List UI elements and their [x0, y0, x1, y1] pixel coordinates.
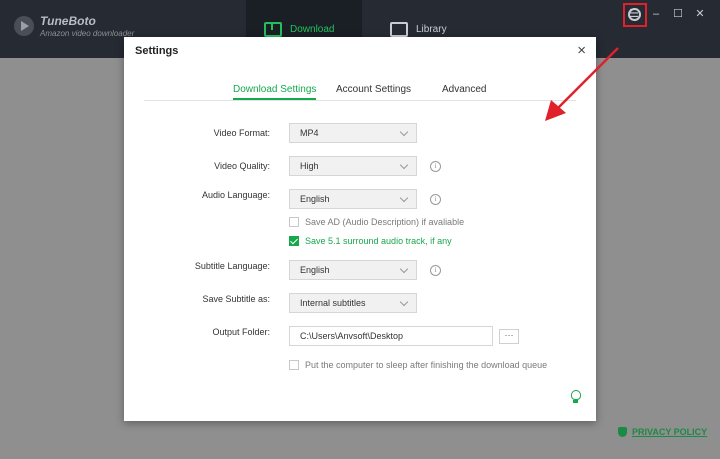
video-quality-label: Video Quality: [214, 161, 270, 171]
video-format-select[interactable]: MP4 [289, 123, 417, 143]
tab-advanced[interactable]: Advanced [442, 84, 486, 95]
tuneboto-logo-icon [14, 16, 34, 36]
save-ad-label: Save AD (Audio Description) if avaliable [305, 217, 465, 227]
app-subtitle: Amazon video downloader [40, 29, 135, 38]
close-icon[interactable]: × [577, 42, 586, 59]
close-window-icon[interactable]: ✕ [694, 8, 706, 20]
save-surround-label: Save 5.1 surround audio track, if any [305, 236, 452, 246]
menu-icon[interactable]: ☰ [628, 8, 640, 20]
privacy-policy-link[interactable]: PRIVACY POLICY [618, 427, 707, 437]
save-subtitle-select[interactable]: Internal subtitles [289, 293, 417, 313]
save-subtitle-label: Save Subtitle as: [202, 294, 270, 304]
output-folder-field[interactable]: C:\Users\Anvsoft\Desktop [289, 326, 493, 346]
nav-tab-library-label: Library [416, 23, 447, 35]
lightbulb-icon[interactable] [571, 390, 581, 403]
audio-language-label: Audio Language: [201, 190, 270, 200]
audio-language-select[interactable]: English [289, 189, 417, 209]
subtitle-language-info-icon[interactable]: i [430, 265, 441, 276]
audio-language-info-icon[interactable]: i [430, 194, 441, 205]
maximize-icon[interactable]: ☐ [672, 8, 684, 20]
sleep-after-checkbox[interactable] [289, 360, 299, 370]
video-quality-select[interactable]: High [289, 156, 417, 176]
video-quality-info-icon[interactable]: i [430, 161, 441, 172]
window-controls: ☰ – ☐ ✕ [606, 8, 706, 20]
tab-download-settings[interactable]: Download Settings [233, 84, 317, 100]
browse-folder-button[interactable]: ··· [499, 329, 519, 344]
privacy-policy-label: PRIVACY POLICY [632, 427, 708, 437]
sleep-after-label: Put the computer to sleep after finishin… [305, 360, 548, 370]
settings-dialog: Settings × Download Settings Account Set… [124, 37, 596, 421]
save-ad-option[interactable]: Save AD (Audio Description) if avaliable [289, 217, 464, 227]
shield-icon [618, 427, 627, 437]
save-surround-option[interactable]: Save 5.1 surround audio track, if any [289, 236, 452, 246]
output-folder-label: Output Folder: [212, 327, 270, 337]
subtitle-language-label: Subtitle Language: [194, 261, 270, 271]
tab-account-settings[interactable]: Account Settings [336, 84, 411, 95]
subtitle-language-select[interactable]: English [289, 260, 417, 280]
save-surround-checkbox[interactable] [289, 236, 299, 246]
monitor-icon [390, 21, 408, 37]
nav-tab-download-label: Download [290, 23, 335, 35]
dialog-title: Settings [135, 45, 179, 57]
minimize-icon[interactable]: – [650, 8, 662, 20]
app-name: TuneBoto [40, 14, 96, 28]
sleep-after-option[interactable]: Put the computer to sleep after finishin… [289, 360, 547, 370]
settings-tabs: Download Settings Account Settings Advan… [144, 81, 576, 101]
save-ad-checkbox[interactable] [289, 217, 299, 227]
video-format-label: Video Format: [213, 128, 270, 138]
download-icon [264, 21, 282, 37]
